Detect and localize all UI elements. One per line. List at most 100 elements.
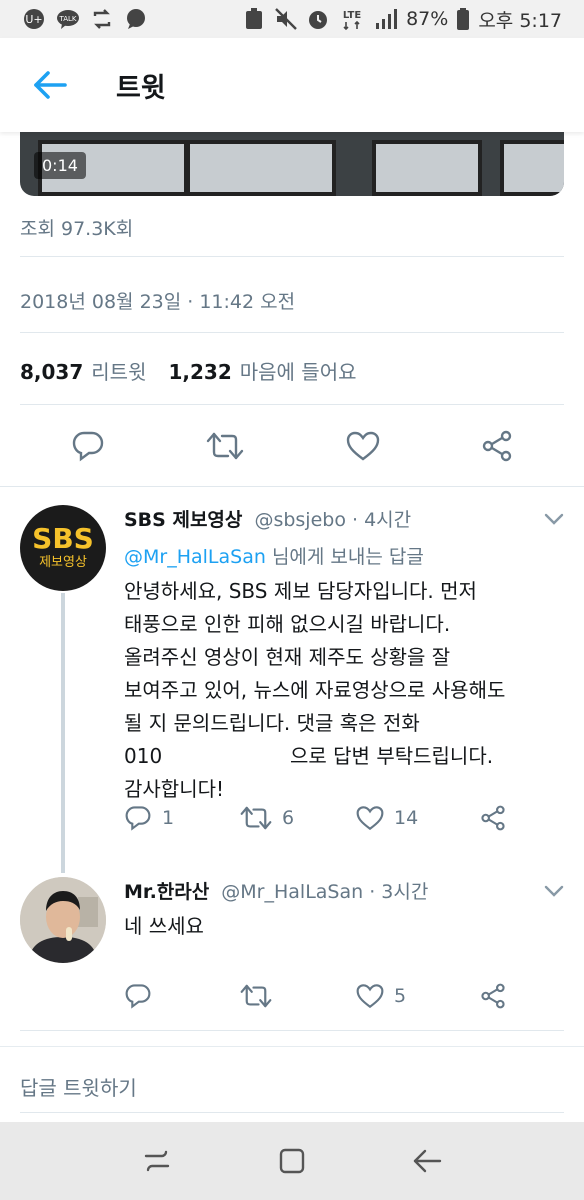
share-button[interactable] (480, 805, 506, 831)
share-button[interactable] (481, 430, 513, 462)
mute-icon (274, 7, 298, 31)
tweet-text-line: 감사합니다! (124, 777, 225, 801)
thread-line (61, 593, 65, 873)
retweet-button[interactable]: 6 (240, 805, 356, 831)
heart-icon (356, 806, 384, 831)
like-count: 5 (394, 985, 407, 1007)
tweet-time: · 3시간 (369, 881, 429, 903)
reply-icon (125, 806, 151, 831)
author-name[interactable]: Mr.한라산 (124, 881, 209, 903)
tweet-header: Mr.한라산 @Mr_HalLaSan · 3시간 (124, 877, 564, 904)
nav-back-button[interactable] (403, 1137, 451, 1185)
reply-button[interactable] (71, 430, 105, 462)
avatar-logo-text: SBS (32, 522, 94, 555)
like-count: 14 (394, 807, 419, 829)
home-icon (279, 1148, 305, 1174)
tweet-text-line: 안녕하세요, SBS 제보 담당자입니다. 먼저 (124, 579, 477, 603)
mention-link[interactable]: @Mr_HalLaSan (124, 546, 266, 568)
clock: 오후 5:17 (478, 9, 562, 32)
retweet-icon (207, 432, 244, 460)
back-button[interactable] (20, 55, 80, 115)
reply-button[interactable] (124, 983, 240, 1009)
svg-text:TALK: TALK (58, 15, 76, 23)
divider (20, 404, 564, 405)
tweet-text-fragment: 으로 답변 부탁드립니다. (290, 744, 494, 768)
reply-context-label: 님에게 보내는 답글 (271, 546, 424, 568)
u-plus-icon: U+ (22, 7, 46, 31)
share-icon (481, 805, 505, 831)
heart-icon (356, 984, 384, 1009)
video-player[interactable]: 0:14 (20, 128, 564, 196)
like-button[interactable]: 5 (356, 983, 480, 1009)
svg-text:U+: U+ (25, 13, 42, 26)
talk-icon: TALK (56, 7, 80, 31)
back-arrow-icon (413, 1149, 441, 1173)
avatar[interactable]: SBS 제보영상 (20, 505, 106, 591)
status-bar: U+ TALK LTE 87% 오후 5:17 (0, 0, 584, 38)
reply-count: 1 (162, 807, 175, 829)
tweet-text: 네 쓰세요 (124, 914, 204, 938)
like-label[interactable]: 마음에 들어요 (240, 356, 357, 385)
recycle-icon (242, 7, 266, 31)
video-frame-window (372, 140, 482, 196)
sync-icon (90, 7, 114, 31)
svg-text:LTE: LTE (343, 10, 362, 21)
reply-tweet[interactable]: Mr.한라산 @Mr_HalLaSan · 3시간 네 쓰세요 5 (0, 873, 584, 1029)
chat-icon (124, 7, 148, 31)
retweet-icon (240, 806, 272, 830)
author-handle[interactable]: @Mr_HalLaSan (221, 881, 363, 903)
divider (20, 332, 564, 333)
retweet-label[interactable]: 리트윗 (91, 356, 146, 385)
divider (20, 1112, 564, 1113)
reply-icon (125, 984, 151, 1009)
avatar-logo-subtext: 제보영상 (39, 555, 87, 570)
author-name[interactable]: SBS 제보영상 (124, 509, 242, 531)
lte-icon: LTE (338, 7, 366, 31)
author-handle[interactable]: @sbsjebo (254, 509, 346, 531)
system-status: LTE 87% 오후 5:17 (242, 6, 562, 33)
tweet-content: SBS 제보영상 @sbsjebo · 4시간 @Mr_HalLaSan 님에게… (124, 505, 564, 806)
tweet-time: · 4시간 (352, 509, 412, 531)
retweet-icon (240, 984, 272, 1008)
video-duration: 0:14 (34, 152, 86, 179)
tweet-text-line: 보여주고 있어, 뉴스에 자료영상으로 사용해도 (124, 678, 506, 702)
like-button[interactable]: 14 (356, 805, 480, 831)
reply-icon (72, 431, 103, 462)
recent-apps-icon (145, 1150, 170, 1172)
tweet-timestamp: 2018년 08월 23일 · 11:42 오전 (20, 291, 296, 313)
tweet-action-bar (0, 424, 584, 468)
tweet-text-line: 태풍으로 인한 피해 없으시길 바랍니다. (124, 612, 451, 636)
reply-button[interactable]: 1 (124, 805, 240, 831)
person-photo-icon (20, 877, 106, 963)
retweet-button[interactable] (206, 431, 244, 461)
chevron-down-icon[interactable] (542, 881, 566, 901)
divider (0, 1046, 584, 1047)
reply-context: @Mr_HalLaSan 님에게 보내는 답글 (124, 542, 564, 569)
home-button[interactable] (268, 1137, 316, 1185)
divider (20, 256, 564, 257)
share-icon (481, 983, 505, 1009)
avatar[interactable] (20, 877, 106, 963)
reply-action-bar: 5 (124, 983, 524, 1009)
video-frame-window (186, 140, 336, 196)
tweet-content: Mr.한라산 @Mr_HalLaSan · 3시간 네 쓰세요 (124, 877, 564, 943)
like-button[interactable] (346, 431, 380, 461)
chevron-down-icon[interactable] (542, 509, 566, 529)
system-nav-bar (0, 1122, 584, 1200)
retweet-button[interactable] (240, 983, 356, 1009)
reply-action-bar: 1 6 14 (124, 805, 524, 831)
share-button[interactable] (480, 983, 506, 1009)
alarm-icon (306, 7, 330, 31)
reply-tweet[interactable]: SBS 제보영상 SBS 제보영상 @sbsjebo · 4시간 @Mr_Hal… (0, 487, 584, 873)
retweet-count: 6 (282, 807, 295, 829)
tweet-text-line: 010 으로 답변 부탁드립니다. (124, 740, 564, 773)
video-frame-window (500, 140, 564, 196)
arrow-left-icon (34, 71, 67, 99)
view-count: 조회 97.3K회 (20, 218, 134, 240)
tweet-text-line: 올려주신 영상이 현재 제주도 상황을 잘 (124, 645, 451, 669)
recent-apps-button[interactable] (133, 1137, 181, 1185)
like-count: 1,232 (168, 360, 232, 384)
reply-compose-field[interactable]: 답글 트윗하기 (20, 1072, 137, 1101)
notification-icons: U+ TALK (22, 7, 148, 31)
tweet-text-line: 될 지 문의드립니다. 댓글 혹은 전화 (124, 711, 420, 735)
